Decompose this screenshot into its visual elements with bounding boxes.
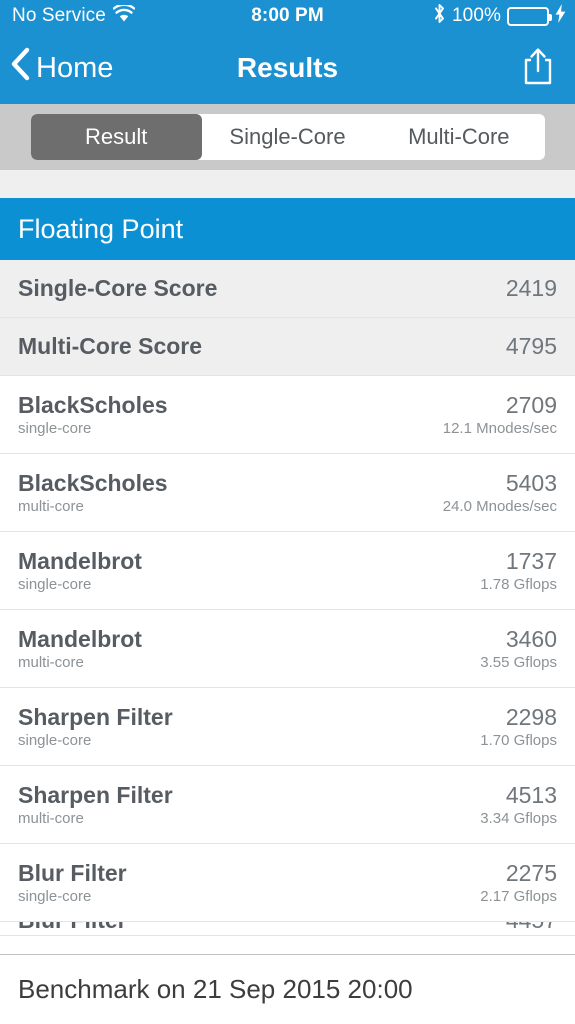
benchmark-timestamp-label: Benchmark on 21 Sep 2015 20:00: [18, 974, 413, 1004]
segment-single-core-label: Single-Core: [229, 124, 346, 149]
benchmark-rate: 24.0 Mnodes/sec: [442, 498, 557, 515]
section-header-label: Floating Point: [18, 213, 184, 244]
benchmark-score: 2709: [505, 392, 557, 418]
benchmark-rate: 2.17 Gflops: [480, 888, 557, 905]
benchmark-mode: multi-core: [18, 810, 84, 827]
benchmark-primary-line: Mandelbrot 3460: [18, 626, 557, 653]
table-row[interactable]: BlackScholes 5403 multi-core 24.0 Mnodes…: [0, 454, 575, 532]
segment-result[interactable]: Result: [30, 114, 202, 160]
nav-bar: Home Results: [0, 32, 575, 104]
share-button[interactable]: [523, 47, 575, 90]
benchmark-secondary-line: single-core 1.70 Gflops: [18, 732, 557, 749]
benchmark-secondary-line: multi-core 3.55 Gflops: [18, 654, 557, 671]
table-row[interactable]: Blur Filter 2275 single-core 2.17 Gflops: [0, 844, 575, 922]
benchmark-rate: 1.70 Gflops: [480, 732, 557, 749]
table-row-partial[interactable]: Blur Filter 4457: [0, 922, 575, 936]
benchmark-name: Blur Filter: [18, 922, 127, 934]
benchmark-name: Sharpen Filter: [18, 782, 173, 808]
segment-multi-core[interactable]: Multi-Core: [373, 114, 544, 160]
benchmark-secondary-line: multi-core 24.0 Mnodes/sec: [18, 498, 557, 515]
benchmark-name: Blur Filter: [18, 860, 127, 886]
score-value: 2419: [505, 275, 557, 301]
segmented-control-bar: Result Single-Core Multi-Core: [0, 104, 575, 170]
score-label: Single-Core Score: [18, 275, 218, 301]
status-bar: No Service 8:00 PM 100%: [0, 0, 575, 32]
benchmark-secondary-line: single-core 1.78 Gflops: [18, 576, 557, 593]
benchmark-mode: single-core: [18, 732, 92, 749]
table-row[interactable]: Sharpen Filter 4513 multi-core 3.34 Gflo…: [0, 766, 575, 844]
status-bar-right: 100%: [433, 3, 575, 30]
benchmark-timestamp-bar: Benchmark on 21 Sep 2015 20:00: [0, 954, 575, 1024]
chevron-left-icon: [10, 47, 30, 89]
benchmark-secondary-line: single-core 12.1 Mnodes/sec: [18, 420, 557, 437]
benchmark-score: 4457: [506, 922, 557, 934]
benchmark-name: BlackScholes: [18, 470, 168, 496]
benchmark-secondary-line: single-core 2.17 Gflops: [18, 888, 557, 905]
benchmark-rate: 3.34 Gflops: [480, 810, 557, 827]
benchmark-score: 4513: [505, 782, 557, 808]
table-row[interactable]: Single-Core Score 2419: [0, 260, 575, 318]
content-gap: [0, 170, 575, 198]
benchmark-secondary-line: multi-core 3.34 Gflops: [18, 810, 557, 827]
table-row[interactable]: BlackScholes 2709 single-core 12.1 Mnode…: [0, 376, 575, 454]
benchmark-name: Mandelbrot: [18, 626, 142, 652]
benchmark-primary-line: Sharpen Filter 4513: [18, 782, 557, 809]
battery-percent-label: 100%: [452, 5, 501, 26]
battery-nub: [549, 14, 552, 21]
segmented-control[interactable]: Result Single-Core Multi-Core: [30, 114, 545, 160]
table-row[interactable]: Sharpen Filter 2298 single-core 1.70 Gfl…: [0, 688, 575, 766]
table-row[interactable]: Mandelbrot 1737 single-core 1.78 Gflops: [0, 532, 575, 610]
carrier-label: No Service: [12, 5, 106, 26]
benchmark-primary-line: Sharpen Filter 2298: [18, 704, 557, 731]
benchmark-score: 2275: [505, 860, 557, 886]
bluetooth-icon: [433, 3, 446, 30]
segment-single-core[interactable]: Single-Core: [202, 114, 373, 160]
table-row[interactable]: Mandelbrot 3460 multi-core 3.55 Gflops: [0, 610, 575, 688]
segment-result-label: Result: [84, 124, 148, 149]
benchmark-score: 1737: [505, 548, 557, 574]
section-header-floating-point: Floating Point: [0, 198, 575, 260]
benchmark-name: BlackScholes: [18, 392, 168, 418]
benchmark-score: 5403: [505, 470, 557, 496]
share-icon: [523, 47, 553, 89]
table-row[interactable]: Multi-Core Score 4795: [0, 318, 575, 376]
benchmark-primary-line: BlackScholes 2709: [18, 392, 557, 419]
benchmark-mode: multi-core: [18, 498, 84, 515]
score-label: Multi-Core Score: [18, 333, 203, 359]
benchmark-mode: single-core: [18, 576, 92, 593]
status-bar-left: No Service: [0, 3, 136, 28]
benchmark-rate: 3.55 Gflops: [480, 654, 557, 671]
benchmark-rate: 12.1 Mnodes/sec: [442, 420, 557, 437]
benchmark-primary-line: Mandelbrot 1737: [18, 548, 557, 575]
segment-multi-core-label: Multi-Core: [408, 124, 510, 149]
benchmark-mode: single-core: [18, 420, 92, 437]
benchmark-primary-line: Blur Filter 4457: [18, 922, 557, 934]
app-root: No Service 8:00 PM 100% Home Results Res…: [0, 0, 575, 1024]
benchmark-primary-line: BlackScholes 5403: [18, 470, 557, 497]
battery-icon: [507, 6, 552, 26]
back-button-label: Home: [36, 51, 114, 84]
score-value: 4795: [505, 333, 557, 359]
back-button[interactable]: Home: [0, 47, 113, 89]
benchmark-primary-line: Blur Filter 2275: [18, 860, 557, 887]
benchmark-score: 3460: [505, 626, 557, 652]
results-list[interactable]: Single-Core Score 2419 Multi-Core Score …: [0, 260, 575, 936]
benchmark-score: 2298: [505, 704, 557, 730]
benchmark-name: Mandelbrot: [18, 548, 142, 574]
benchmark-mode: multi-core: [18, 654, 84, 671]
benchmark-rate: 1.78 Gflops: [480, 576, 557, 593]
benchmark-name: Sharpen Filter: [18, 704, 173, 730]
wifi-icon: [112, 3, 136, 28]
charging-bolt-icon: [555, 3, 566, 29]
benchmark-mode: single-core: [18, 888, 92, 905]
